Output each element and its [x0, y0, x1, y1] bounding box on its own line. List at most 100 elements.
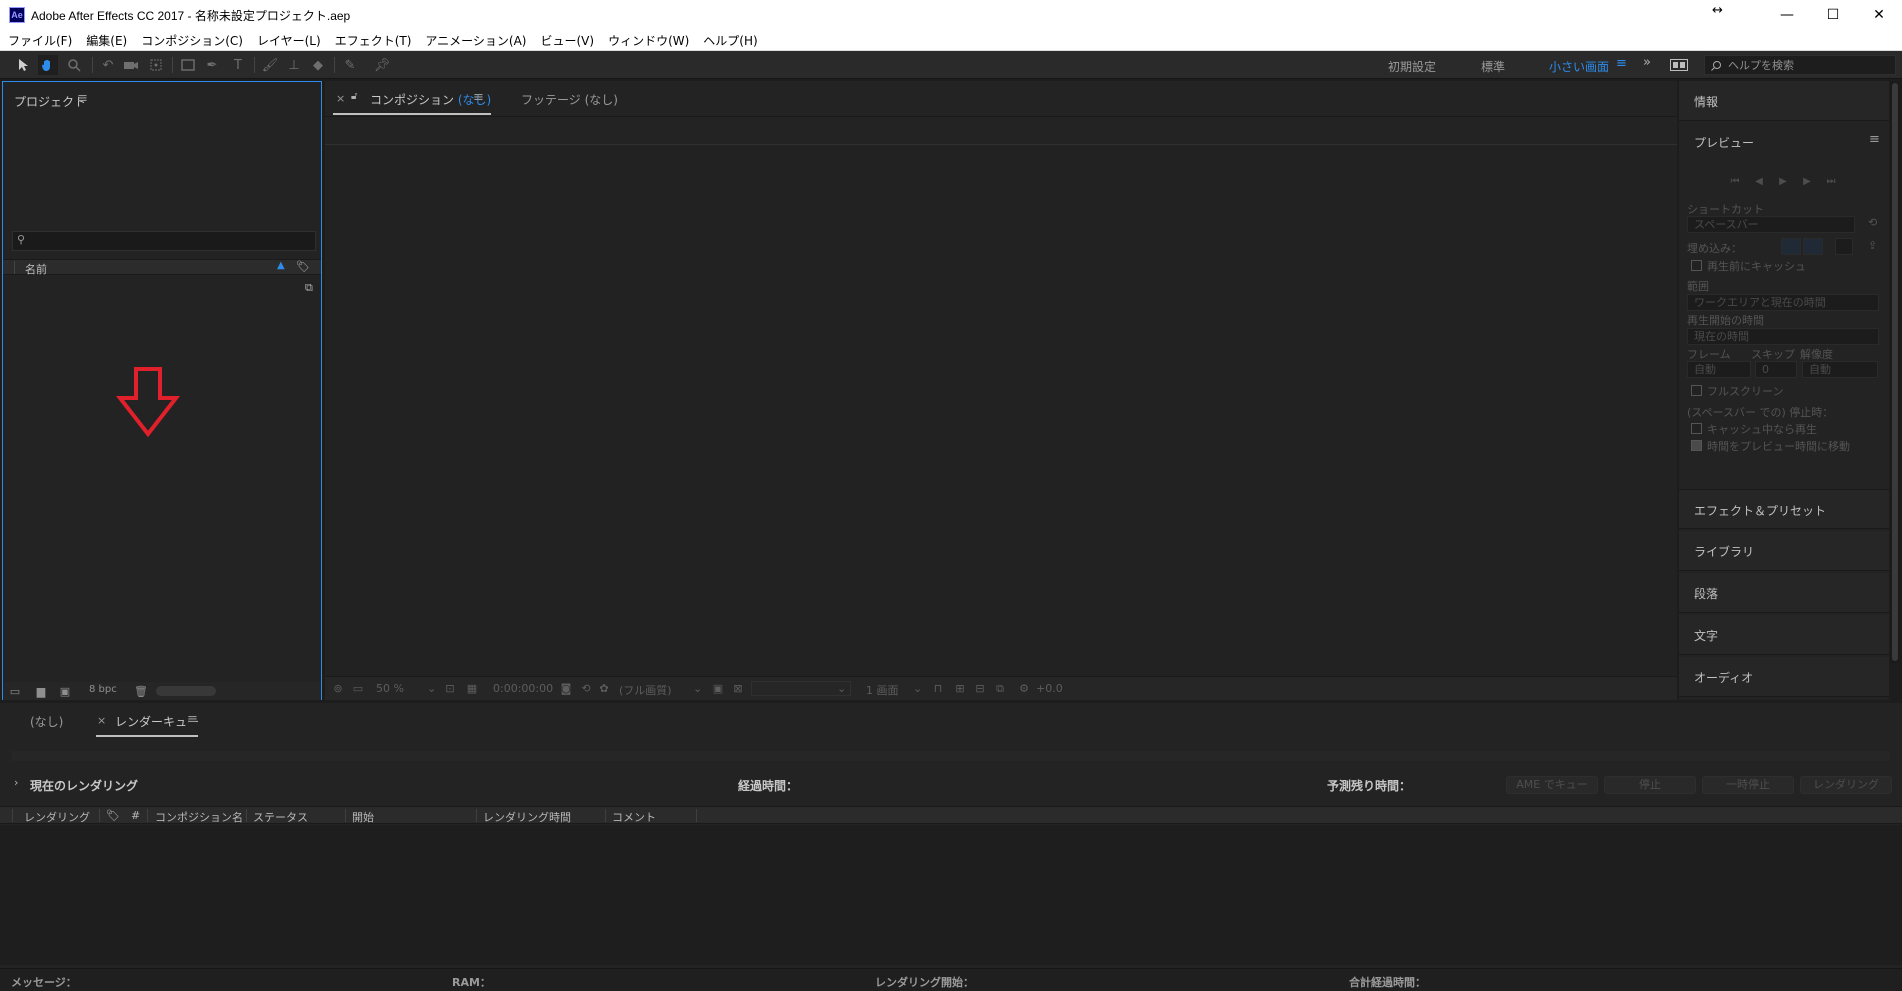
color-channels-icon[interactable]: ✿ — [597, 682, 611, 695]
region-of-interest-icon[interactable]: ▣ — [711, 682, 725, 695]
flowchart-view-icon[interactable]: ⧉ — [993, 682, 1007, 695]
selection-tool-icon[interactable] — [14, 55, 34, 75]
menu-file[interactable]: ファイル(F) — [8, 32, 72, 49]
pen-tool-icon[interactable]: ✒ — [202, 55, 222, 75]
column-render-time[interactable]: レンダリング時間 — [483, 809, 571, 825]
close-tab-icon[interactable]: × — [336, 92, 345, 105]
snapshot-camera-icon[interactable]: ◙ — [559, 682, 573, 695]
hand-tool-icon[interactable] — [38, 55, 58, 75]
workspace-overflow-icon[interactable]: » — [1643, 55, 1651, 70]
thumbnail-scroll-slider[interactable] — [156, 686, 216, 696]
workspace-small-screen[interactable]: 小さい画面 — [1549, 58, 1609, 75]
eraser-tool-icon[interactable]: ◆ — [308, 55, 328, 75]
reset-icon[interactable]: ⟲ — [1868, 216, 1877, 229]
exposure-reset-icon[interactable]: ⚙︎ — [1017, 682, 1031, 695]
pause-button[interactable]: 一時停止 — [1702, 776, 1794, 794]
project-panel-menu-icon[interactable]: ≡ — [77, 91, 88, 106]
label-tag-icon[interactable]: 🏷︎ — [296, 260, 310, 273]
rotation-tool-icon[interactable]: ↶ — [98, 55, 118, 75]
clone-stamp-tool-icon[interactable]: ⊥ — [284, 55, 304, 75]
close-tab-icon[interactable]: × — [97, 714, 106, 727]
render-queue-menu-icon[interactable]: ≡ — [187, 712, 198, 727]
interpret-footage-icon[interactable]: ▭ — [7, 684, 23, 698]
resolution-fit-icon[interactable]: ⊡ — [443, 682, 457, 695]
view-layout-chevron-icon[interactable]: ⌄ — [913, 682, 922, 695]
search-help-toggle-icon[interactable] — [1669, 55, 1689, 75]
close-button[interactable]: ✕ — [1856, 0, 1902, 30]
move-time-checkbox[interactable] — [1691, 440, 1702, 451]
queue-in-ame-button[interactable]: AME でキュー — [1506, 776, 1598, 794]
exposure-value[interactable]: +0.0 — [1036, 682, 1063, 695]
always-preview-icon[interactable]: ⊚ — [331, 682, 345, 695]
pan-behind-tool-icon[interactable] — [146, 55, 166, 75]
effects-presets-panel-header[interactable]: エフェクト＆プリセット — [1679, 489, 1889, 529]
column-render[interactable]: レンダリング — [24, 809, 90, 825]
last-frame-icon[interactable]: ⏭︎ — [1824, 175, 1838, 187]
resolution-preview-dropdown[interactable]: 自動 — [1802, 361, 1878, 378]
project-search-input[interactable]: ⚲ — [12, 231, 316, 251]
composition-viewer[interactable] — [325, 144, 1677, 676]
info-panel-header[interactable]: 情報 — [1679, 81, 1889, 121]
scrollbar-thumb[interactable] — [1892, 83, 1898, 661]
right-panel-scrollbar[interactable] — [1890, 81, 1900, 663]
type-tool-icon[interactable]: T — [228, 55, 248, 75]
libraries-panel-header[interactable]: ライブラリ — [1679, 531, 1889, 571]
menu-view[interactable]: ビュー(V) — [540, 32, 594, 49]
camera-view-dropdown[interactable] — [751, 681, 851, 696]
current-timecode[interactable]: 0:00:00:00 — [493, 682, 553, 695]
first-frame-icon[interactable]: ⏮︎ — [1728, 175, 1742, 187]
composition-panel-menu-icon[interactable]: ≡ — [473, 90, 484, 105]
column-name-header[interactable]: 名前 — [25, 261, 47, 277]
previous-frame-icon[interactable]: ◀︎ — [1752, 175, 1766, 187]
brush-tool-icon[interactable]: 🖌︎ — [260, 55, 280, 75]
include-audio-toggle[interactable] — [1803, 238, 1823, 255]
camera-view-chevron-icon[interactable]: ⌄ — [837, 682, 846, 695]
grid-icon[interactable]: ▦ — [465, 682, 479, 695]
maximize-button[interactable]: ☐ — [1810, 0, 1856, 30]
workspace-default[interactable]: 初期設定 — [1388, 58, 1436, 75]
new-folder-icon[interactable]: ▆ — [33, 684, 49, 698]
transparency-grid-icon[interactable]: ⊠ — [731, 682, 745, 695]
menu-layer[interactable]: レイヤー(L) — [257, 32, 321, 49]
paragraph-panel-header[interactable]: 段落 — [1679, 573, 1889, 613]
menu-help[interactable]: ヘルプ(H) — [703, 32, 757, 49]
show-snapshot-icon[interactable]: ⟲ — [579, 682, 593, 695]
column-comp-name[interactable]: コンポジション名 — [155, 809, 243, 825]
workspace-menu-icon[interactable]: ≡ — [1616, 56, 1627, 71]
view-layout-dropdown[interactable]: 1 画面 — [866, 682, 899, 698]
trash-icon[interactable]: 🗑︎ — [133, 684, 149, 698]
help-search-field[interactable]: ヘルプを検索 — [1704, 55, 1896, 75]
pixel-aspect-icon[interactable]: ⊓ — [931, 682, 945, 695]
shortcut-dropdown[interactable]: スペースバー — [1687, 216, 1855, 233]
minimize-button[interactable]: — — [1764, 0, 1810, 30]
camera-tool-icon[interactable] — [121, 55, 141, 75]
column-comment[interactable]: コメント — [612, 809, 656, 825]
character-panel-header[interactable]: 文字 — [1679, 615, 1889, 655]
zoom-dropdown[interactable]: 50 % — [376, 682, 404, 695]
lock-icon[interactable]: 🔓︎ — [351, 91, 357, 102]
rectangle-tool-icon[interactable] — [178, 55, 198, 75]
monitor-icon[interactable]: ▭ — [351, 682, 365, 695]
include-overlay-toggle[interactable] — [1835, 238, 1853, 255]
export-icon[interactable]: ⇪ — [1868, 239, 1877, 252]
range-dropdown[interactable]: ワークエリアと現在の時間 — [1687, 294, 1879, 311]
column-number[interactable]: # — [131, 809, 140, 822]
resolution-dropdown[interactable]: (フル画質) — [619, 682, 672, 698]
new-composition-icon[interactable]: ▣ — [57, 684, 73, 698]
frame-rate-dropdown[interactable]: 自動 — [1687, 361, 1751, 378]
roto-brush-tool-icon[interactable]: ✎ — [340, 55, 360, 75]
workspace-standard[interactable]: 標準 — [1481, 58, 1505, 75]
column-status[interactable]: ステータス — [253, 809, 308, 825]
if-caching-checkbox[interactable] — [1691, 423, 1702, 434]
sort-ascending-icon[interactable]: ▲ — [277, 260, 285, 271]
skip-dropdown[interactable]: 0 — [1755, 361, 1797, 378]
cache-before-playback-checkbox[interactable] — [1691, 260, 1702, 271]
include-video-toggle[interactable] — [1781, 238, 1801, 255]
menu-animation[interactable]: アニメーション(A) — [425, 32, 526, 49]
menu-effect[interactable]: エフェクト(T) — [335, 32, 412, 49]
column-started[interactable]: 開始 — [352, 809, 374, 825]
timeline-icon[interactable]: ⊟ — [973, 682, 987, 695]
render-button[interactable]: レンダリング — [1800, 776, 1892, 794]
stop-button[interactable]: 停止 — [1604, 776, 1696, 794]
preview-panel-header[interactable]: プレビュー ≡ — [1679, 122, 1889, 164]
